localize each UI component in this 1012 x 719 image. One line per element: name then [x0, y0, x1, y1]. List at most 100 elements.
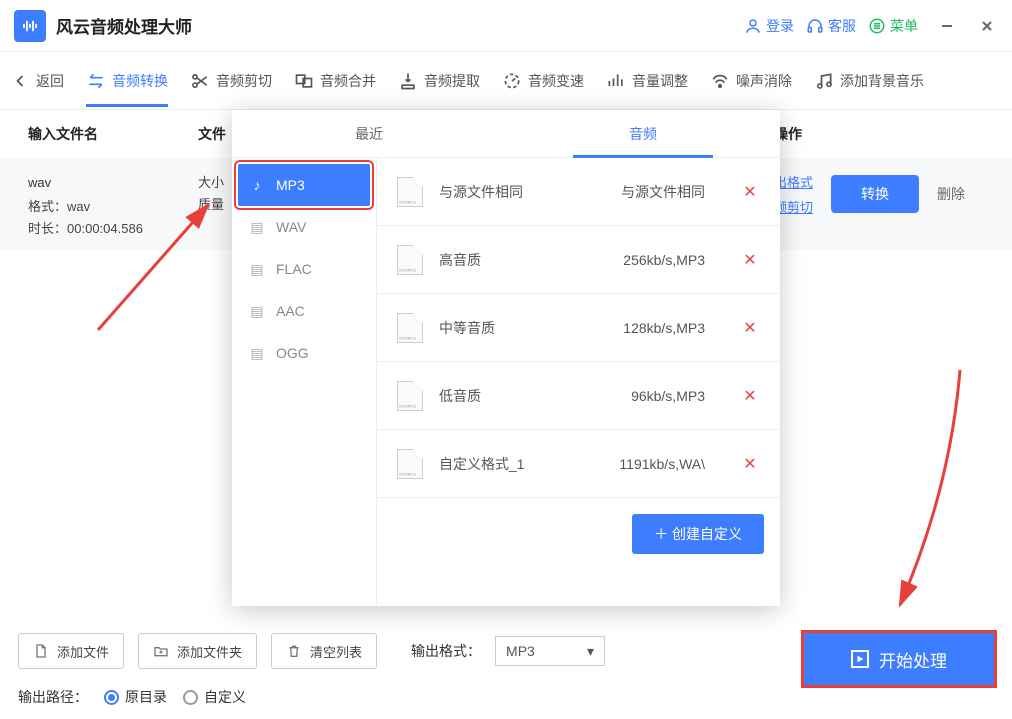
quality-delete-button[interactable]: ✕ [740, 318, 760, 338]
radio-custom-label: 自定义 [204, 687, 246, 707]
quality-row[interactable]: 高音质 256kb/s,MP3 ✕ [377, 226, 780, 294]
tool-speed[interactable]: 音频变速 [502, 55, 584, 107]
add-file-label: 添加文件 [57, 642, 109, 661]
quality-spec: 256kb/s,MP3 [585, 252, 705, 268]
format-wav[interactable]: ▤ WAV [238, 206, 370, 248]
login-label: 登录 [766, 16, 794, 36]
app-logo-icon [14, 10, 46, 42]
quality-name: 高音质 [439, 250, 569, 270]
tool-extract[interactable]: 音频提取 [398, 55, 480, 107]
menu-icon [868, 17, 886, 35]
support-link[interactable]: 客服 [806, 16, 856, 36]
quality-name: 低音质 [439, 386, 569, 406]
tool-denoise[interactable]: 噪声消除 [710, 55, 792, 107]
add-folder-button[interactable]: 添加文件夹 [138, 633, 257, 669]
arrow-left-icon [10, 71, 30, 91]
file-icon: ▤ [248, 302, 266, 320]
add-folder-label: 添加文件夹 [177, 642, 242, 661]
file-plus-icon [33, 643, 49, 659]
clear-list-button[interactable]: 清空列表 [271, 633, 377, 669]
quality-spec: 128kb/s,MP3 [585, 320, 705, 336]
quality-delete-button[interactable]: ✕ [740, 454, 760, 474]
close-button[interactable] [976, 15, 998, 37]
user-icon [744, 17, 762, 35]
quality-name: 自定义格式_1 [439, 454, 569, 474]
tool-bgm[interactable]: 添加背景音乐 [814, 55, 924, 107]
file-icon: ▤ [248, 218, 266, 236]
format-label: OGG [276, 345, 309, 361]
trash-icon [286, 643, 302, 659]
quality-delete-button[interactable]: ✕ [740, 250, 760, 270]
source-file-icon [397, 449, 423, 479]
login-link[interactable]: 登录 [744, 16, 794, 36]
format-label: FLAC [276, 261, 312, 277]
chevron-down-icon: ▾ [587, 643, 594, 660]
start-process-button[interactable]: 开始处理 [804, 633, 994, 685]
quality-row[interactable]: 中等音质128kb/s,MP3✕ [377, 294, 780, 362]
minimize-button[interactable] [936, 15, 958, 37]
denoise-icon [710, 71, 730, 91]
speed-icon [502, 71, 522, 91]
source-file-icon [397, 177, 423, 207]
quality-delete-button[interactable]: ✕ [740, 386, 760, 406]
menu-link[interactable]: 菜单 [868, 16, 918, 36]
file-duration: 时长：00:00:04.586 [28, 218, 198, 240]
merge-icon [294, 71, 314, 91]
file-name: wav [28, 172, 198, 194]
music-icon [814, 71, 834, 91]
quality-name: 与源文件相同 [439, 182, 569, 202]
radio-original-dir[interactable]: 原目录 [104, 687, 167, 707]
tool-volume[interactable]: 音量调整 [606, 55, 688, 107]
format-mp3[interactable]: ♪ MP3 [238, 164, 370, 206]
th-actions: 操作 [774, 124, 984, 144]
quality-row[interactable]: 低音质 96kb/s,MP3 ✕ [377, 362, 780, 430]
create-custom-button[interactable]: ＋ 创建自定义 [632, 514, 764, 554]
volume-icon [606, 71, 626, 91]
format-ogg[interactable]: ▤ OGG [238, 332, 370, 374]
tool-label: 噪声消除 [736, 71, 792, 91]
file-icon: ▤ [248, 344, 266, 362]
format-label: AAC [276, 303, 305, 319]
quality-spec: 96kb/s,MP3 [585, 388, 705, 404]
tool-label: 音频转换 [112, 71, 168, 91]
output-format-select[interactable]: MP3 ▾ [495, 636, 605, 666]
titlebar: 风云音频处理大师 登录 客服 菜单 [0, 0, 1012, 52]
format-aac[interactable]: ▤ AAC [238, 290, 370, 332]
format-label: MP3 [276, 177, 305, 193]
tool-cut[interactable]: 音频剪切 [190, 55, 272, 107]
file-icon: ▤ [248, 260, 266, 278]
convert-icon [86, 71, 106, 91]
radio-custom-dir[interactable]: 自定义 [183, 687, 246, 707]
headphones-icon [806, 17, 824, 35]
popup-tab-audio[interactable]: 音频 [506, 110, 780, 157]
music-note-icon: ♪ [248, 176, 266, 194]
delete-row-button[interactable]: 删除 [937, 184, 965, 204]
popup-tab-recent[interactable]: 最近 [232, 110, 506, 157]
output-format-label: 输出格式： [411, 641, 481, 661]
tool-label: 音频合并 [320, 71, 376, 91]
tool-label: 添加背景音乐 [840, 71, 924, 91]
back-button[interactable]: 返回 [10, 55, 64, 107]
convert-button[interactable]: 转换 [831, 175, 919, 213]
menu-label: 菜单 [890, 16, 918, 36]
output-format-value: MP3 [506, 643, 535, 659]
radio-original-label: 原目录 [125, 687, 167, 707]
tool-convert[interactable]: 音频转换 [86, 55, 168, 107]
format-sidebar: ♪ MP3 ▤ WAV ▤ FLAC ▤ AAC ▤ OGG [232, 158, 376, 606]
annotation-arrow-icon [870, 360, 990, 623]
quality-row[interactable]: 自定义格式_1 1191kb/s,WA\ ✕ [377, 430, 780, 498]
start-label: 开始处理 [879, 647, 947, 672]
add-file-button[interactable]: 添加文件 [18, 633, 124, 669]
source-file-icon [397, 381, 423, 411]
tool-label: 音量调整 [632, 71, 688, 91]
quality-spec: 1191kb/s,WA\ [585, 456, 705, 472]
back-label: 返回 [36, 71, 64, 91]
format-flac[interactable]: ▤ FLAC [238, 248, 370, 290]
tool-merge[interactable]: 音频合并 [294, 55, 376, 107]
quality-delete-button[interactable]: ✕ [740, 182, 760, 202]
quality-row[interactable]: 与源文件相同与源文件相同✕ [377, 158, 780, 226]
format-popup: 最近 音频 ♪MP3 ▤WAV ▤FLAC ▤AAC ▤OGG 与源文件相同与源… [232, 110, 780, 606]
format-label: WAV [276, 219, 306, 235]
tool-label: 音频剪切 [216, 71, 272, 91]
app-title: 风云音频处理大师 [56, 13, 192, 38]
